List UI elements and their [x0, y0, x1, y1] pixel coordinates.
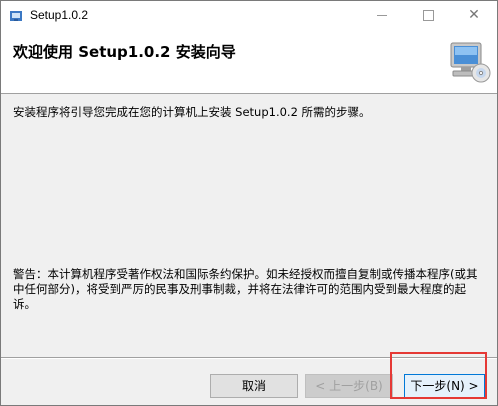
- cancel-button[interactable]: 取消: [210, 374, 298, 398]
- header-banner: 欢迎使用 Setup1.0.2 安装向导: [1, 31, 497, 94]
- next-button[interactable]: 下一步(N) >: [404, 374, 485, 398]
- copyright-warning-text: 警告：本计算机程序受著作权法和国际条约保护。如未经授权而擅自复制或传播本程序(或…: [13, 267, 478, 311]
- close-icon: ✕: [468, 7, 480, 23]
- window-title: Setup1.0.2: [30, 8, 89, 22]
- maximize-icon: [422, 9, 434, 21]
- close-button[interactable]: ✕: [451, 1, 497, 30]
- maximize-button[interactable]: [405, 1, 451, 30]
- banner-title: 欢迎使用 Setup1.0.2 安装向导: [13, 43, 236, 61]
- back-button[interactable]: < 上一步(B): [305, 374, 393, 398]
- setup-wizard-window: Setup1.0.2 ✕ 欢迎使用 Setup1.0.2 安装向导 安装程序将引…: [0, 0, 498, 406]
- minimize-button[interactable]: [359, 1, 405, 30]
- computer-cd-icon: [450, 42, 491, 83]
- installer-app-icon: [10, 11, 22, 21]
- footer-separator-highlight: [1, 358, 497, 359]
- intro-text: 安装程序将引导您完成在您的计算机上安装 Setup1.0.2 所需的步骤。: [13, 105, 371, 119]
- minimize-icon: [377, 14, 387, 16]
- title-bar: Setup1.0.2 ✕: [1, 1, 497, 32]
